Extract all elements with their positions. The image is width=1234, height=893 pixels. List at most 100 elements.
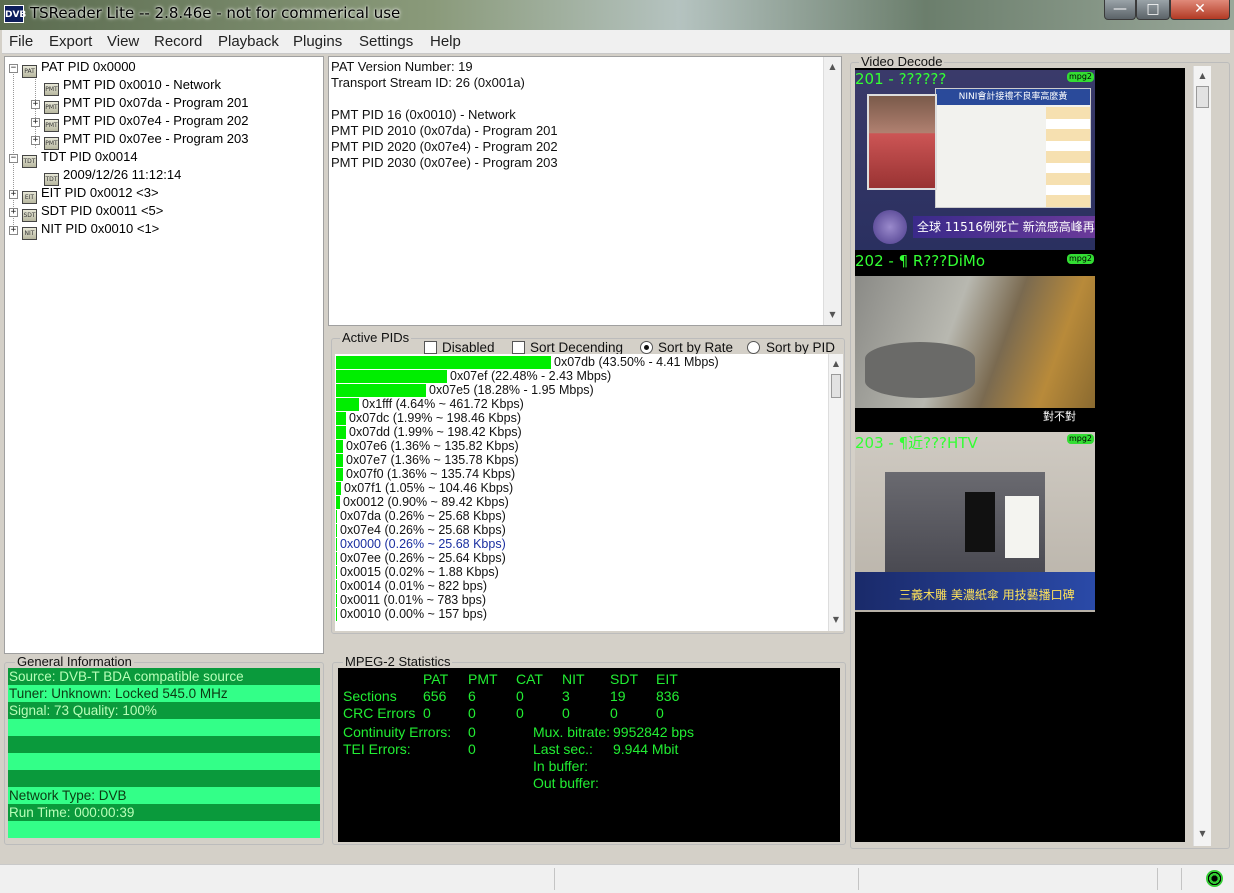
pid-row[interactable]: 0x07e5 (18.28% - 1.95 Mbps)	[335, 383, 829, 398]
mpeg-stats-panel: PAT PMT CAT NIT SDT EIT Sections 656 6 0 3 19 836 …	[338, 668, 840, 842]
news-table-graphic	[1046, 107, 1090, 207]
menu-file[interactable]: File	[9, 33, 33, 50]
pid-row[interactable]: 0x0012 (0.90% ~ 89.42 Kbps)	[335, 495, 829, 510]
pid-row[interactable]: 0x0010 (0.00% ~ 157 bps)	[335, 607, 829, 622]
sort-by-rate-radio[interactable]	[640, 341, 653, 354]
sections-value: 6	[468, 688, 476, 704]
tree-item[interactable]: + EIT EIT PID 0x0012 <3>	[9, 185, 159, 204]
scroll-up-arrow-icon[interactable]: ▲	[824, 59, 841, 75]
pid-row[interactable]: 0x07da (0.26% ~ 25.68 Kbps)	[335, 509, 829, 524]
video-decode-panel[interactable]: NINI會計接禮不良率高麼黃 全球 11516例死亡 新流感高峰再起? 201 …	[855, 68, 1185, 842]
tree-item[interactable]: + PMT PMT PID 0x07da - Program 201	[31, 95, 248, 114]
info-scrollbar[interactable]: ▲ ▼	[823, 57, 841, 325]
video-scrollbar[interactable]: ▲ ▼	[1193, 66, 1211, 846]
tree-item[interactable]: + PMT PMT PID 0x07ee - Program 203	[31, 131, 248, 150]
sort-by-pid-radio[interactable]	[747, 341, 760, 354]
pid-rate-bar	[336, 552, 337, 565]
tree-item[interactable]: + PMT PMT PID 0x07e4 - Program 202	[31, 113, 248, 132]
pid-row[interactable]: 0x07e4 (0.26% ~ 25.68 Kbps)	[335, 523, 829, 538]
tree-item[interactable]: − PAT PAT PID 0x0000	[9, 59, 136, 78]
sections-value: 3	[562, 688, 570, 704]
pid-row[interactable]: 0x07ee (0.26% ~ 25.64 Kbps)	[335, 551, 829, 566]
tree-expander-icon[interactable]: +	[31, 100, 40, 109]
crc-errors-value: 0	[468, 705, 476, 721]
video-label: 202 - ¶ R???DiMo	[855, 252, 986, 270]
tree-expander-icon[interactable]: +	[31, 136, 40, 145]
channel-logo-icon	[873, 210, 907, 244]
pid-row[interactable]: 0x07e6 (1.36% ~ 135.82 Kbps)	[335, 439, 829, 454]
minimize-button[interactable]: —	[1104, 0, 1136, 20]
pid-rate-label: 0x07e4 (0.26% ~ 25.68 Kbps)	[340, 523, 506, 537]
tree-item-label: PMT PID 0x0010 - Network	[63, 77, 221, 92]
tree-expander-icon[interactable]: +	[9, 208, 18, 217]
crc-errors-value: 0	[610, 705, 618, 721]
video-thumbnail-201[interactable]: NINI會計接禮不良率高麼黃 全球 11516例死亡 新流感高峰再起? 201 …	[855, 70, 1095, 250]
continuity-errors-label: Continuity Errors:	[343, 724, 452, 740]
video-scroll-thumb[interactable]	[1196, 86, 1209, 108]
menu-plugins[interactable]: Plugins	[293, 33, 342, 50]
video-caption: 三義木雕 美濃紙傘 用技藝播口碑	[899, 588, 1075, 602]
pid-row[interactable]: 0x0000 (0.26% ~ 25.68 Kbps)	[335, 537, 829, 552]
maximize-button[interactable]: □	[1136, 0, 1170, 20]
video-thumbnail-203[interactable]: 三義木雕 美濃紙傘 用技藝播口碑 203 - ¶近???HTV mpg2	[855, 432, 1095, 612]
video-thumbnail-202[interactable]: 對不對 202 - ¶ R???DiMo mpg2	[855, 252, 1095, 430]
pid-row[interactable]: 0x0014 (0.01% ~ 822 bps)	[335, 579, 829, 594]
mpeg-column-header: PMT	[468, 671, 498, 687]
mpeg-stats-title: MPEG-2 Statistics	[343, 654, 453, 669]
pid-rate-bar	[336, 384, 426, 397]
pid-row[interactable]: 0x0011 (0.01% ~ 783 bps)	[335, 593, 829, 608]
pid-rate-label: 0x07dd (1.99% ~ 198.42 Kbps)	[349, 425, 522, 439]
menu-help[interactable]: Help	[430, 33, 461, 50]
tree-item[interactable]: + NIT NIT PID 0x0010 <1>	[9, 221, 159, 240]
pid-row[interactable]: 0x07dc (1.99% ~ 198.46 Kbps)	[335, 411, 829, 426]
menu-export[interactable]: Export	[49, 33, 92, 50]
tree-expander-icon[interactable]: −	[9, 154, 18, 163]
scroll-down-arrow-icon[interactable]: ▼	[1194, 826, 1211, 842]
window-title: TSReader Lite -- 2.8.46e - not for comme…	[30, 4, 401, 22]
pid-row[interactable]: 0x07db (43.50% - 4.41 Mbps)	[335, 355, 829, 370]
info-line: PAT Version Number: 19	[331, 59, 473, 74]
pid-row[interactable]: 0x07ef (22.48% - 2.43 Mbps)	[335, 369, 829, 384]
pat-info-panel[interactable]: PAT Version Number: 19 Transport Stream I…	[328, 56, 842, 326]
tree-item-label: SDT PID 0x0011 <5>	[41, 203, 164, 218]
disabled-checkbox[interactable]	[424, 341, 437, 354]
tree-item[interactable]: TDT 2009/12/26 11:12:14	[35, 167, 181, 186]
tree-item[interactable]: + SDT SDT PID 0x0011 <5>	[9, 203, 164, 222]
status-separator	[858, 868, 859, 890]
tree-expander-icon[interactable]: −	[9, 64, 18, 73]
pid-rate-label: 0x0015 (0.02% ~ 1.88 Kbps)	[340, 565, 499, 579]
pid-tree-panel[interactable]: − PAT PAT PID 0x0000 PMT PMT PID 0x0010 - Ne…	[4, 56, 324, 654]
menu-settings[interactable]: Settings	[359, 33, 413, 50]
tree-item[interactable]: PMT PMT PID 0x0010 - Network	[35, 77, 221, 96]
tree-expander-icon[interactable]: +	[9, 190, 18, 199]
scroll-down-arrow-icon[interactable]: ▼	[829, 612, 843, 628]
white-mug-shape	[1005, 496, 1039, 558]
scroll-down-arrow-icon[interactable]: ▼	[824, 307, 841, 323]
pid-row[interactable]: 0x1fff (4.64% ~ 461.72 Kbps)	[335, 397, 829, 412]
crc-errors-value: 0	[562, 705, 570, 721]
active-pids-list[interactable]: 0x07db (43.50% - 4.41 Mbps) 0x07ef (22.48…	[335, 354, 829, 631]
pid-row[interactable]: 0x07e7 (1.36% ~ 135.78 Kbps)	[335, 453, 829, 468]
pid-row[interactable]: 0x07dd (1.99% ~ 198.42 Kbps)	[335, 425, 829, 440]
menu-playback[interactable]: Playback	[218, 33, 279, 50]
close-button[interactable]: ✕	[1170, 0, 1230, 20]
pid-rate-label: 0x07f1 (1.05% ~ 104.46 Kbps)	[344, 481, 514, 495]
info-line: PMT PID 2030 (0x07ee) - Program 203	[331, 155, 558, 170]
pid-list-scroll-thumb[interactable]	[831, 374, 841, 398]
scroll-up-arrow-icon[interactable]: ▲	[1194, 68, 1211, 84]
tree-expander-icon[interactable]: +	[9, 226, 18, 235]
pid-row[interactable]: 0x07f1 (1.05% ~ 104.46 Kbps)	[335, 481, 829, 496]
pid-rate-bar	[336, 580, 337, 593]
menu-record[interactable]: Record	[154, 33, 202, 50]
sort-descending-checkbox[interactable]	[512, 341, 525, 354]
pid-list-scrollbar[interactable]: ▲ ▼	[828, 354, 843, 631]
general-info-row	[8, 821, 320, 838]
pid-row[interactable]: 0x07f0 (1.36% ~ 135.74 Kbps)	[335, 467, 829, 482]
tree-item-label: PAT PID 0x0000	[41, 59, 136, 74]
tree-expander-icon[interactable]: +	[31, 118, 40, 127]
scroll-up-arrow-icon[interactable]: ▲	[829, 356, 843, 372]
menu-view[interactable]: View	[107, 33, 139, 50]
sink-shape	[865, 342, 975, 398]
tree-item[interactable]: − TDT TDT PID 0x0014	[9, 149, 138, 168]
pid-row[interactable]: 0x0015 (0.02% ~ 1.88 Kbps)	[335, 565, 829, 580]
